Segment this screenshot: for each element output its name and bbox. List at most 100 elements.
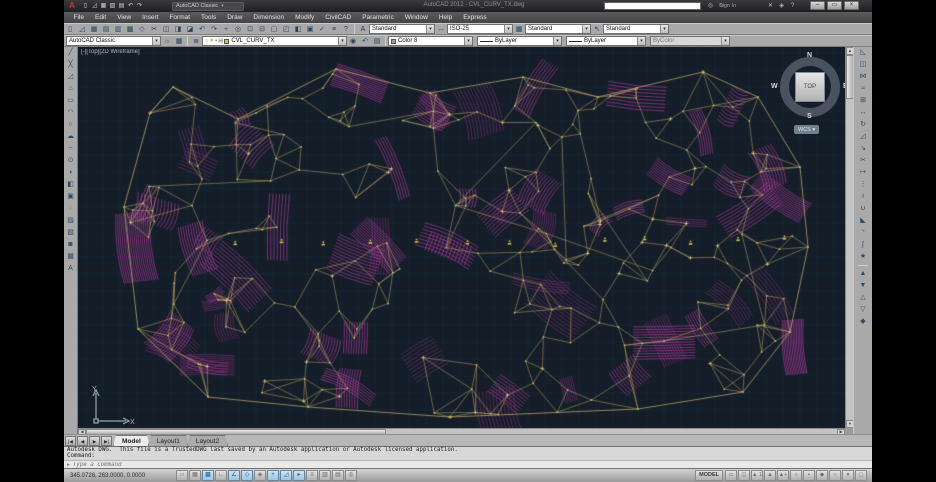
break-button[interactable]: ≀ — [857, 191, 869, 203]
tab-model[interactable]: Model — [113, 435, 150, 446]
polyline-button[interactable]: ◿ — [65, 71, 77, 83]
rectangle-button[interactable]: ▭ — [65, 95, 77, 107]
color-select[interactable]: Color 8▾ — [388, 36, 473, 46]
tool-palettes-button[interactable]: ◧ — [292, 24, 304, 34]
menu-civilcad[interactable]: CivilCAD — [320, 12, 357, 23]
text-style-select[interactable]: Standard▾ — [369, 24, 435, 34]
status-menu-button[interactable]: ▾ — [842, 470, 854, 481]
copy-clip-button[interactable]: ◫ — [160, 24, 172, 34]
open-button[interactable]: ◿ — [76, 24, 88, 34]
help-button[interactable]: ? — [340, 24, 352, 34]
exchange-apps-icon[interactable]: ✕ — [766, 1, 775, 11]
line-button[interactable]: ╱ — [65, 47, 77, 59]
menu-edit[interactable]: Edit — [89, 12, 111, 23]
circle-button[interactable]: ○ — [65, 119, 77, 131]
qat-save-icon[interactable]: ▦ — [99, 1, 108, 11]
save-workspace-icon[interactable]: ▦ — [173, 36, 185, 46]
hatch-button[interactable]: ▨ — [65, 215, 77, 227]
paste-button[interactable]: ◨ — [172, 24, 184, 34]
menu-help[interactable]: Help — [433, 12, 457, 23]
wcs-menu[interactable]: WCS ▾ — [794, 125, 819, 134]
chamfer-button[interactable]: ◣ — [857, 215, 869, 227]
layer-properties-icon[interactable]: ≣ — [190, 36, 202, 46]
pan-button[interactable]: + — [220, 24, 232, 34]
qnew-button[interactable]: ▯ — [64, 24, 76, 34]
publish-button[interactable]: ▩ — [124, 24, 136, 34]
object-snap-toggle[interactable]: ◇ — [241, 470, 253, 481]
layer-select[interactable]: ○ ☀ ▪ ▤ CVL_CURV_TX▾ — [202, 36, 347, 46]
annotation-scale-button[interactable]: ▲ 1:1 — [751, 470, 763, 481]
3d-dwf-button[interactable]: ◇ — [136, 24, 148, 34]
menu-draw[interactable]: Draw — [222, 12, 248, 23]
tab-layout1[interactable]: Layout1 — [148, 435, 189, 446]
quick-view-drawings-button[interactable]: ◫ — [738, 470, 750, 481]
spline-button[interactable]: ~ — [65, 143, 77, 155]
quick-view-layouts-button[interactable]: ▭ — [725, 470, 737, 481]
menu-express[interactable]: Express — [458, 12, 492, 23]
model-space-button[interactable]: MODEL — [695, 470, 723, 481]
sheetset-manager-button[interactable]: ▣ — [304, 24, 316, 34]
construction-line-button[interactable]: ╳ — [65, 59, 77, 71]
menu-format[interactable]: Format — [164, 12, 196, 23]
viewcube-north[interactable]: N — [807, 52, 812, 59]
viewcube-top-face[interactable]: TOP — [795, 72, 825, 102]
menu-view[interactable]: View — [112, 12, 137, 23]
qat-saveas-icon[interactable]: ▧ — [108, 1, 117, 11]
grid-display-toggle[interactable]: ▩ — [202, 470, 214, 481]
send-under-objects-button[interactable]: ▽ — [857, 304, 869, 316]
quick-properties-toggle[interactable]: ▤ — [332, 470, 344, 481]
performance-button[interactable]: ◆ — [816, 470, 828, 481]
workspace-pill[interactable]: AutoCAD Classic ▾ — [172, 2, 244, 11]
break-at-point-button[interactable]: ⋮ — [857, 179, 869, 191]
autocad-logo-icon[interactable]: A — [67, 1, 77, 11]
undo-button[interactable]: ↶ — [196, 24, 208, 34]
menu-tools[interactable]: Tools — [196, 12, 222, 23]
lineweight-select[interactable]: ByLayer▾ — [566, 36, 646, 46]
lineweight-toggle[interactable]: ≡ — [306, 470, 318, 481]
blend-curves-button[interactable]: ∫ — [857, 239, 869, 251]
multiline-text-button[interactable]: A — [65, 263, 77, 275]
zoom-previous-button[interactable]: ⊟ — [256, 24, 268, 34]
send-to-back-button[interactable]: ▼ — [857, 280, 869, 292]
layer-previous-icon[interactable]: ↶ — [359, 36, 371, 46]
gradient-button[interactable]: ▧ — [65, 227, 77, 239]
join-button[interactable]: ∪ — [857, 203, 869, 215]
explode-button[interactable]: ★ — [857, 251, 869, 263]
annotation-autoscale-button[interactable]: ▲+ — [777, 470, 789, 481]
ellipse-button[interactable]: ⊙ — [65, 155, 77, 167]
make-block-button[interactable]: ▣ — [65, 191, 77, 203]
linetype-select[interactable]: ByLayer▾ — [477, 36, 562, 46]
scale-button[interactable]: ◿ — [857, 131, 869, 143]
sign-in-link[interactable]: Sign In — [719, 3, 736, 9]
qat-undo-icon[interactable]: ↶ — [126, 1, 135, 11]
bring-above-objects-button[interactable]: △ — [857, 292, 869, 304]
move-button[interactable]: ↔ — [857, 107, 869, 119]
table-button[interactable]: ▦ — [65, 251, 77, 263]
zoom-window-button[interactable]: ⊡ — [244, 24, 256, 34]
menu-dimension[interactable]: Dimension — [248, 12, 290, 23]
ortho-mode-toggle[interactable]: ∟ — [215, 470, 227, 481]
rotate-button[interactable]: ↻ — [857, 119, 869, 131]
viewport-controls-label[interactable]: [-][Top][2D Wireframe] — [81, 49, 140, 55]
drawing-canvas[interactable] — [78, 47, 845, 428]
minimize-button[interactable]: – — [810, 1, 825, 10]
menu-insert[interactable]: Insert — [137, 12, 164, 23]
polygon-button[interactable]: ⌂ — [65, 83, 77, 95]
point-button[interactable]: · — [65, 203, 77, 215]
menu-file[interactable]: File — [68, 12, 89, 23]
mirror-button[interactable]: ⋈ — [857, 71, 869, 83]
dynamic-ucs-toggle[interactable]: ◿ — [280, 470, 292, 481]
plot-button[interactable]: ▤ — [100, 24, 112, 34]
viewcube[interactable]: N S W E TOP WCS ▾ — [774, 55, 846, 137]
polar-tracking-toggle[interactable]: ∠ — [228, 470, 240, 481]
extend-button[interactable]: ↦ — [857, 167, 869, 179]
qat-plot-icon[interactable]: ▤ — [117, 1, 126, 11]
tab-next-button[interactable]: ▶ — [89, 436, 100, 446]
workspace-settings-icon[interactable]: ☼ — [161, 36, 173, 46]
insert-block-button[interactable]: ◧ — [65, 179, 77, 191]
dynamic-input-toggle[interactable]: ▸ — [293, 470, 305, 481]
transparency-toggle[interactable]: ▨ — [319, 470, 331, 481]
qat-new-icon[interactable]: ▯ — [81, 1, 90, 11]
cut-button[interactable]: ✂ — [148, 24, 160, 34]
dim-style-icon[interactable]: ↔ — [435, 24, 447, 34]
